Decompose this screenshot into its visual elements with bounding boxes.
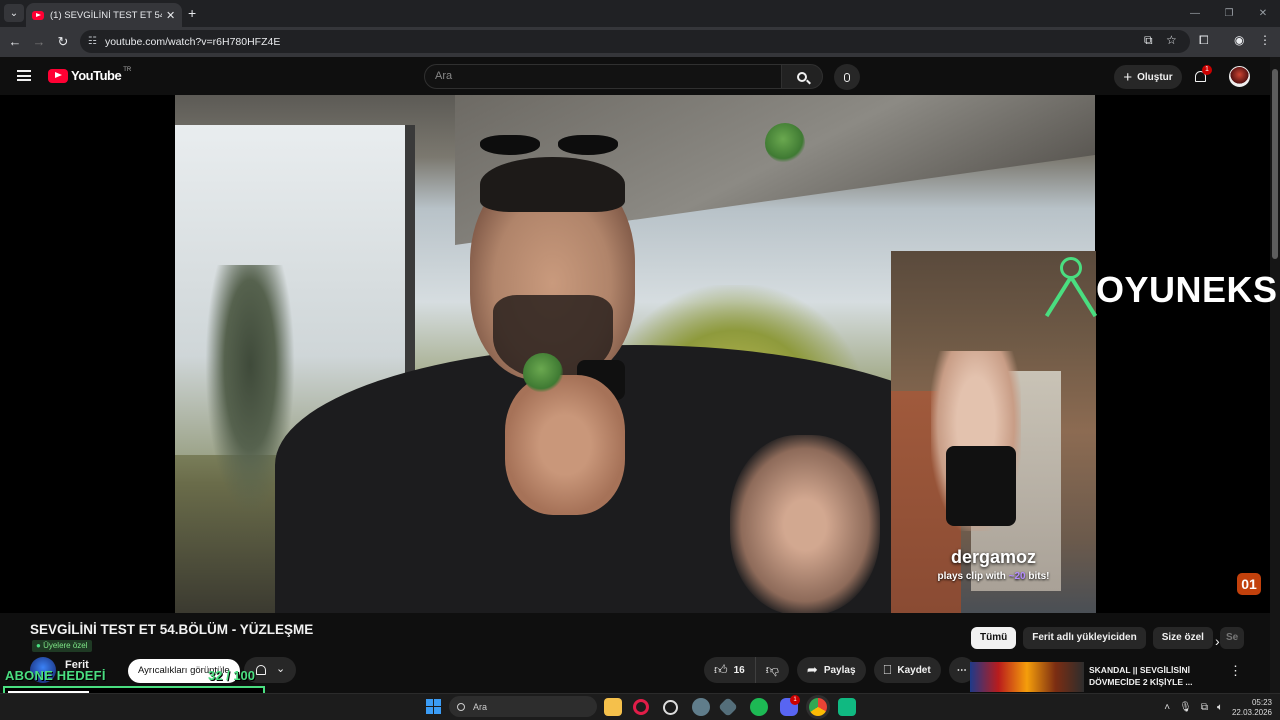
system-tray: ˄ 🎙︎ ⧉ 🔈︎ 05:23 22.03.2026 bbox=[1164, 694, 1280, 720]
forward-icon[interactable]: → bbox=[30, 33, 48, 51]
like-count: 16 bbox=[733, 664, 745, 676]
search-icon bbox=[457, 702, 465, 711]
browser-menu-icon[interactable]: ⋮ bbox=[1259, 33, 1271, 47]
settings-gear-icon[interactable] bbox=[692, 698, 710, 716]
bookmark-icon: ⎕ bbox=[883, 662, 892, 677]
new-tab-icon[interactable]: + bbox=[188, 5, 196, 21]
browser-tab-strip: ⌄ (1) SEVGİLİNİ TEST ET 54.BÖLÜ... ✕ + —… bbox=[0, 0, 1280, 27]
sunglasses-icon bbox=[480, 135, 620, 157]
dislike-button[interactable]: 👎︎ bbox=[755, 657, 789, 683]
voice-search-button[interactable] bbox=[834, 64, 860, 90]
members-only-badge: Üyelere özel bbox=[32, 640, 92, 652]
discord-badge: 1 bbox=[790, 695, 800, 705]
chevron-down-icon: ⌄ bbox=[276, 663, 286, 675]
clip-username: dergamoz bbox=[950, 547, 1037, 567]
tab-title: (1) SEVGİLİNİ TEST ET 54.BÖLÜ... bbox=[50, 9, 162, 21]
restore-icon[interactable]: ❐ bbox=[1212, 0, 1246, 27]
bookmark-star-icon[interactable]: ☆ bbox=[1166, 33, 1177, 47]
search-icon bbox=[797, 71, 807, 82]
green-app-icon[interactable] bbox=[838, 698, 856, 716]
channel-watermark: 01 bbox=[1237, 573, 1261, 595]
clip-caption: plays clip with ~20 bits! bbox=[937, 571, 1050, 582]
app-diamond-icon[interactable] bbox=[718, 697, 738, 717]
chip-from-uploader[interactable]: Ferit adlı yükleyiciden bbox=[1023, 627, 1146, 649]
address-bar[interactable]: ☷ youtube.com/watch?v=r6H780HFZ4E bbox=[80, 30, 1190, 53]
spotify-icon[interactable] bbox=[750, 698, 768, 716]
sponsor-logo: OYUNEKS bbox=[1044, 255, 1278, 325]
subscriber-goal-count: 32 / 100 bbox=[208, 668, 255, 683]
video-title: SEVGİLİNİ TEST ET 54.BÖLÜM - YÜZLEŞME bbox=[30, 622, 314, 637]
chrome-icon[interactable] bbox=[809, 698, 827, 716]
more-horizontal-icon: ⋯ bbox=[956, 664, 967, 676]
create-label: Oluştur bbox=[1137, 71, 1173, 83]
clock-time: 05:23 bbox=[1251, 697, 1272, 707]
video-player[interactable]: dergamoz plays clip with ~20 bits! OYUNE… bbox=[0, 95, 1277, 613]
back-icon[interactable]: ← bbox=[6, 33, 24, 51]
youtube-play-icon bbox=[48, 68, 68, 83]
streamer-figure bbox=[275, 345, 995, 613]
create-button[interactable]: + Oluştur bbox=[1114, 65, 1182, 89]
video-actions: 👍︎ 16 👎︎ ➦ Paylaş ⎕ Kaydet ⋯ bbox=[704, 657, 975, 683]
thumbs-up-icon: 👍︎ bbox=[714, 662, 728, 677]
search-button[interactable] bbox=[781, 64, 823, 89]
recommendation-filter-chips: Tümü Ferit adlı yükleyiciden Size özel S… bbox=[971, 627, 1244, 649]
windows-start-icon[interactable] bbox=[426, 699, 441, 714]
tab-close-icon[interactable]: ✕ bbox=[166, 9, 175, 22]
close-window-icon[interactable]: ✕ bbox=[1246, 0, 1280, 27]
url-text: youtube.com/watch?v=r6H780HFZ4E bbox=[104, 35, 281, 48]
thumbs-down-icon: 👎︎ bbox=[765, 662, 779, 677]
notification-badge: 1 bbox=[1202, 65, 1212, 75]
extensions-icon[interactable]: ⧠ bbox=[1199, 33, 1209, 48]
page-scrollbar[interactable] bbox=[1270, 57, 1280, 693]
scrollbar-thumb[interactable] bbox=[1272, 69, 1278, 259]
account-avatar[interactable] bbox=[1229, 66, 1250, 87]
frog-emote-icon bbox=[523, 353, 563, 393]
chevron-up-icon[interactable]: ˄ bbox=[1164, 702, 1170, 713]
volume-icon[interactable]: 🔈︎ bbox=[1217, 702, 1223, 713]
microphone-icon[interactable]: 🎙︎ bbox=[1179, 702, 1192, 713]
chip-for-you[interactable]: Size özel bbox=[1152, 627, 1213, 649]
search-input[interactable]: Ara bbox=[424, 64, 782, 89]
microphone-icon bbox=[844, 72, 850, 82]
country-code: TR bbox=[123, 66, 132, 73]
clock[interactable]: 05:23 22.03.2026 bbox=[1232, 698, 1272, 718]
windows-taskbar: Ara 1 ˄ 🎙︎ ⧉ 🔈︎ 05:23 22.03.2026 bbox=[0, 693, 1280, 720]
chip-more[interactable]: Se bbox=[1219, 627, 1244, 649]
reload-icon[interactable]: ↻ bbox=[54, 33, 72, 51]
plus-icon: + bbox=[1123, 68, 1133, 86]
steam-icon[interactable] bbox=[663, 700, 678, 715]
network-icon[interactable]: ⧉ bbox=[1201, 702, 1208, 713]
browser-tab[interactable]: (1) SEVGİLİNİ TEST ET 54.BÖLÜ... ✕ bbox=[26, 3, 182, 27]
file-explorer-icon[interactable] bbox=[604, 698, 622, 716]
minimize-icon[interactable]: — bbox=[1178, 0, 1212, 27]
oyuneks-mascot-icon bbox=[1044, 255, 1098, 325]
bell-icon bbox=[256, 665, 266, 675]
recommended-video-title[interactable]: SKANDAL || SEVGİLİSİNİ DÖVMECİDE 2 KİŞİY… bbox=[1089, 664, 1219, 688]
share-icon: ➦ bbox=[806, 662, 818, 677]
tab-search-chevron-icon[interactable]: ⌄ bbox=[4, 4, 24, 22]
chip-all[interactable]: Tümü bbox=[971, 627, 1017, 649]
chevron-right-icon[interactable]: › bbox=[1215, 633, 1220, 649]
more-vertical-icon[interactable]: ⋮ bbox=[1229, 663, 1242, 679]
subscriber-goal-label: ABONE HEDEFİ bbox=[5, 668, 106, 683]
window-controls: — ❐ ✕ bbox=[1178, 0, 1280, 27]
site-info-icon[interactable]: ☷ bbox=[88, 36, 97, 47]
share-button[interactable]: ➦ Paylaş bbox=[796, 657, 866, 683]
taskbar-search[interactable]: Ara bbox=[449, 696, 597, 717]
opera-icon[interactable] bbox=[633, 699, 649, 715]
youtube-wordmark: YouTube bbox=[71, 68, 122, 83]
menu-icon[interactable] bbox=[17, 70, 31, 81]
recommended-video-thumbnail[interactable] bbox=[970, 662, 1084, 692]
like-button[interactable]: 👍︎ 16 bbox=[704, 657, 756, 683]
clock-date: 22.03.2026 bbox=[1231, 707, 1272, 717]
sponsor-text: OYUNEKS bbox=[1096, 269, 1278, 310]
frog-emote-icon bbox=[765, 123, 805, 163]
browser-toolbar: ← → ↻ ☷ youtube.com/watch?v=r6H780HFZ4E … bbox=[0, 27, 1280, 57]
youtube-favicon-icon bbox=[32, 10, 44, 20]
cast-icon[interactable]: ⧉ bbox=[1144, 33, 1153, 48]
youtube-header: YouTube TR Ara + Oluştur 1 bbox=[0, 57, 1270, 95]
youtube-logo[interactable]: YouTube TR bbox=[48, 66, 132, 83]
save-button[interactable]: ⎕ Kaydet bbox=[873, 657, 941, 683]
profile-icon[interactable]: ◉ bbox=[1234, 33, 1244, 47]
